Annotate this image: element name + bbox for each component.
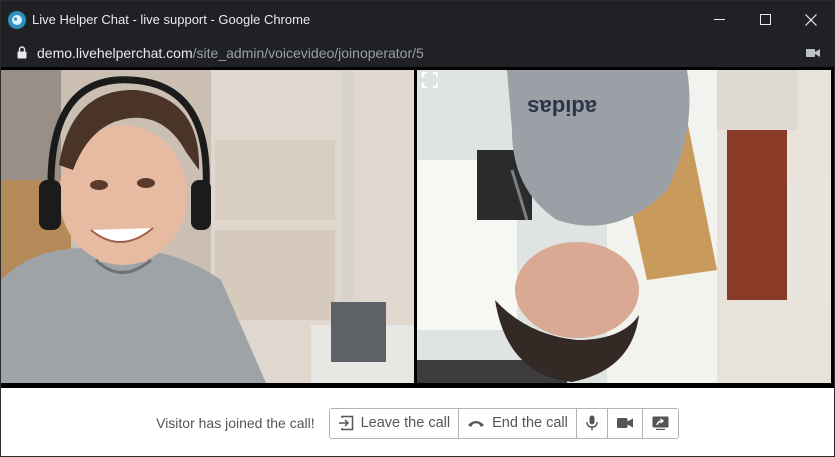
maximize-icon [759, 14, 771, 25]
video-camera-icon [616, 417, 633, 429]
microphone-icon [586, 415, 598, 431]
minimize-button[interactable] [696, 1, 742, 38]
window-title: Live Helper Chat - live support - Google… [32, 12, 311, 27]
hang-up-phone-icon [467, 417, 485, 429]
live-helper-chat-icon [8, 10, 26, 29]
fullscreen-icon[interactable] [422, 72, 438, 93]
camera-in-use-icon[interactable] [806, 48, 820, 58]
mute-microphone-button[interactable] [575, 408, 607, 438]
call-controls: Visitor has joined the call! Leave the c… [1, 388, 834, 456]
title-bar: Live Helper Chat - live support - Google… [1, 1, 834, 38]
remote-video: adidas [417, 70, 831, 383]
browser-popup-window: Live Helper Chat - live support - Google… [0, 0, 835, 457]
screen-share-icon [652, 416, 669, 430]
url-path: /site_admin/voicevideo/joinoperator/5 [192, 44, 424, 61]
leave-call-label: Leave the call [360, 415, 451, 431]
close-icon [805, 13, 817, 26]
exit-icon [338, 415, 354, 431]
address-bar: demo.livehelperchat.com/site_admin/voice… [1, 38, 834, 67]
close-button[interactable] [788, 1, 834, 38]
end-call-button[interactable]: End the call [458, 408, 576, 438]
toggle-video-button[interactable] [606, 408, 642, 438]
leave-call-button[interactable]: Leave the call [329, 408, 459, 438]
minimize-icon [713, 19, 725, 20]
call-status-text: Visitor has joined the call! [156, 415, 315, 431]
video-area: adidas [1, 67, 834, 388]
screen-share-button[interactable] [641, 408, 678, 438]
call-button-group: Leave the call End the call [328, 407, 679, 439]
lock-icon[interactable] [17, 46, 27, 59]
url-text[interactable]: demo.livehelperchat.com/site_admin/voice… [37, 45, 806, 61]
local-video [1, 70, 414, 383]
svg-text:adidas: adidas [527, 95, 597, 120]
remote-video-frame: adidas [417, 70, 831, 383]
local-video-frame [1, 70, 414, 383]
maximize-button[interactable] [742, 1, 788, 38]
end-call-label: End the call [492, 415, 568, 431]
url-host: demo.livehelperchat.com [37, 44, 193, 61]
